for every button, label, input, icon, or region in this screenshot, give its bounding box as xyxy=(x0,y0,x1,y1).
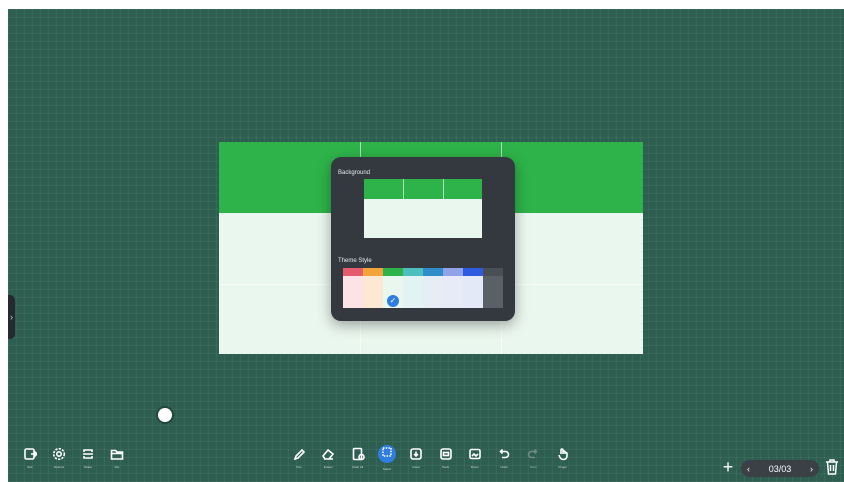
theme-swatch-green[interactable]: ✓ xyxy=(383,268,403,308)
side-panel-toggle[interactable]: › xyxy=(8,295,15,339)
select-label: Select xyxy=(382,467,392,471)
pen-label: Pen xyxy=(296,465,302,469)
cursor-dot xyxy=(158,408,172,422)
theme-swatch-red[interactable] xyxy=(343,268,363,308)
options-button[interactable]: Options xyxy=(48,447,70,469)
tools-button[interactable]: Tools xyxy=(435,447,457,469)
undo-button[interactable]: Undo xyxy=(493,447,515,469)
room-icon xyxy=(464,447,486,461)
theme-swatches: ✓ xyxy=(343,268,503,308)
room-label: Room xyxy=(470,465,479,469)
pen-button[interactable]: Pen xyxy=(288,447,310,469)
redo-label: Redo xyxy=(529,465,537,469)
finger-label: Finger xyxy=(558,465,567,469)
theme-style-title: Theme Style xyxy=(338,258,372,264)
redo-button: Redo xyxy=(522,447,544,469)
finger-button[interactable]: Finger xyxy=(552,447,574,469)
share-button[interactable]: Share xyxy=(77,447,99,469)
redo-icon xyxy=(522,447,544,461)
preview-grid-line xyxy=(403,179,404,199)
options-label: Options xyxy=(53,465,65,469)
background-preview[interactable] xyxy=(364,179,482,238)
select-button[interactable]: Select xyxy=(376,445,398,471)
page-indicator: 03/03 xyxy=(768,463,792,474)
folder-icon xyxy=(106,447,128,461)
insert-label: Insert xyxy=(412,465,420,469)
eraser-icon xyxy=(317,447,339,461)
selected-check-icon: ✓ xyxy=(387,295,399,307)
gear-icon xyxy=(48,447,70,461)
preview-header-band xyxy=(364,179,482,199)
preview-grid-line xyxy=(443,179,444,199)
clear-all-button[interactable]: Clear All xyxy=(347,447,369,469)
next-page-button[interactable]: › xyxy=(810,464,813,474)
background-title: Background xyxy=(338,170,371,176)
undo-label: Undo xyxy=(500,465,508,469)
exit-icon xyxy=(19,447,41,461)
eraser-button[interactable]: Eraser xyxy=(317,447,339,469)
theme-swatch-teal[interactable] xyxy=(403,268,423,308)
theme-swatch-dark-gray[interactable] xyxy=(483,268,503,308)
hand-icon xyxy=(552,447,574,461)
room-button[interactable]: Room xyxy=(464,447,486,469)
delete-page-button[interactable] xyxy=(824,458,840,476)
page-navigator: ‹ 03/03 › xyxy=(741,460,819,477)
add-page-button[interactable]: + xyxy=(720,458,736,476)
exit-button[interactable]: Exit xyxy=(19,447,41,469)
background-panel: Background Theme Style ✓ xyxy=(331,157,515,321)
trash-icon xyxy=(826,459,838,475)
insert-icon xyxy=(405,447,427,461)
clear-all-label: Clear All xyxy=(352,465,364,469)
tools-icon xyxy=(435,447,457,461)
pen-icon xyxy=(288,447,310,461)
insert-button[interactable]: Insert xyxy=(405,447,427,469)
file-button[interactable]: File xyxy=(106,447,128,469)
file-label: File xyxy=(114,465,120,469)
theme-swatch-periwinkle[interactable] xyxy=(443,268,463,308)
eraser-label: Eraser xyxy=(323,465,333,469)
tools-label: Tools xyxy=(441,465,449,469)
select-icon xyxy=(377,445,396,463)
clear-all-icon xyxy=(347,447,369,461)
theme-swatch-blue[interactable] xyxy=(423,268,443,308)
prev-page-button[interactable]: ‹ xyxy=(747,464,750,474)
theme-swatch-royal-blue[interactable] xyxy=(463,268,483,308)
undo-icon xyxy=(493,447,515,461)
share-label: Share xyxy=(83,465,92,469)
theme-swatch-orange[interactable] xyxy=(363,268,383,308)
exit-label: Exit xyxy=(27,465,33,469)
share-icon xyxy=(77,447,99,461)
